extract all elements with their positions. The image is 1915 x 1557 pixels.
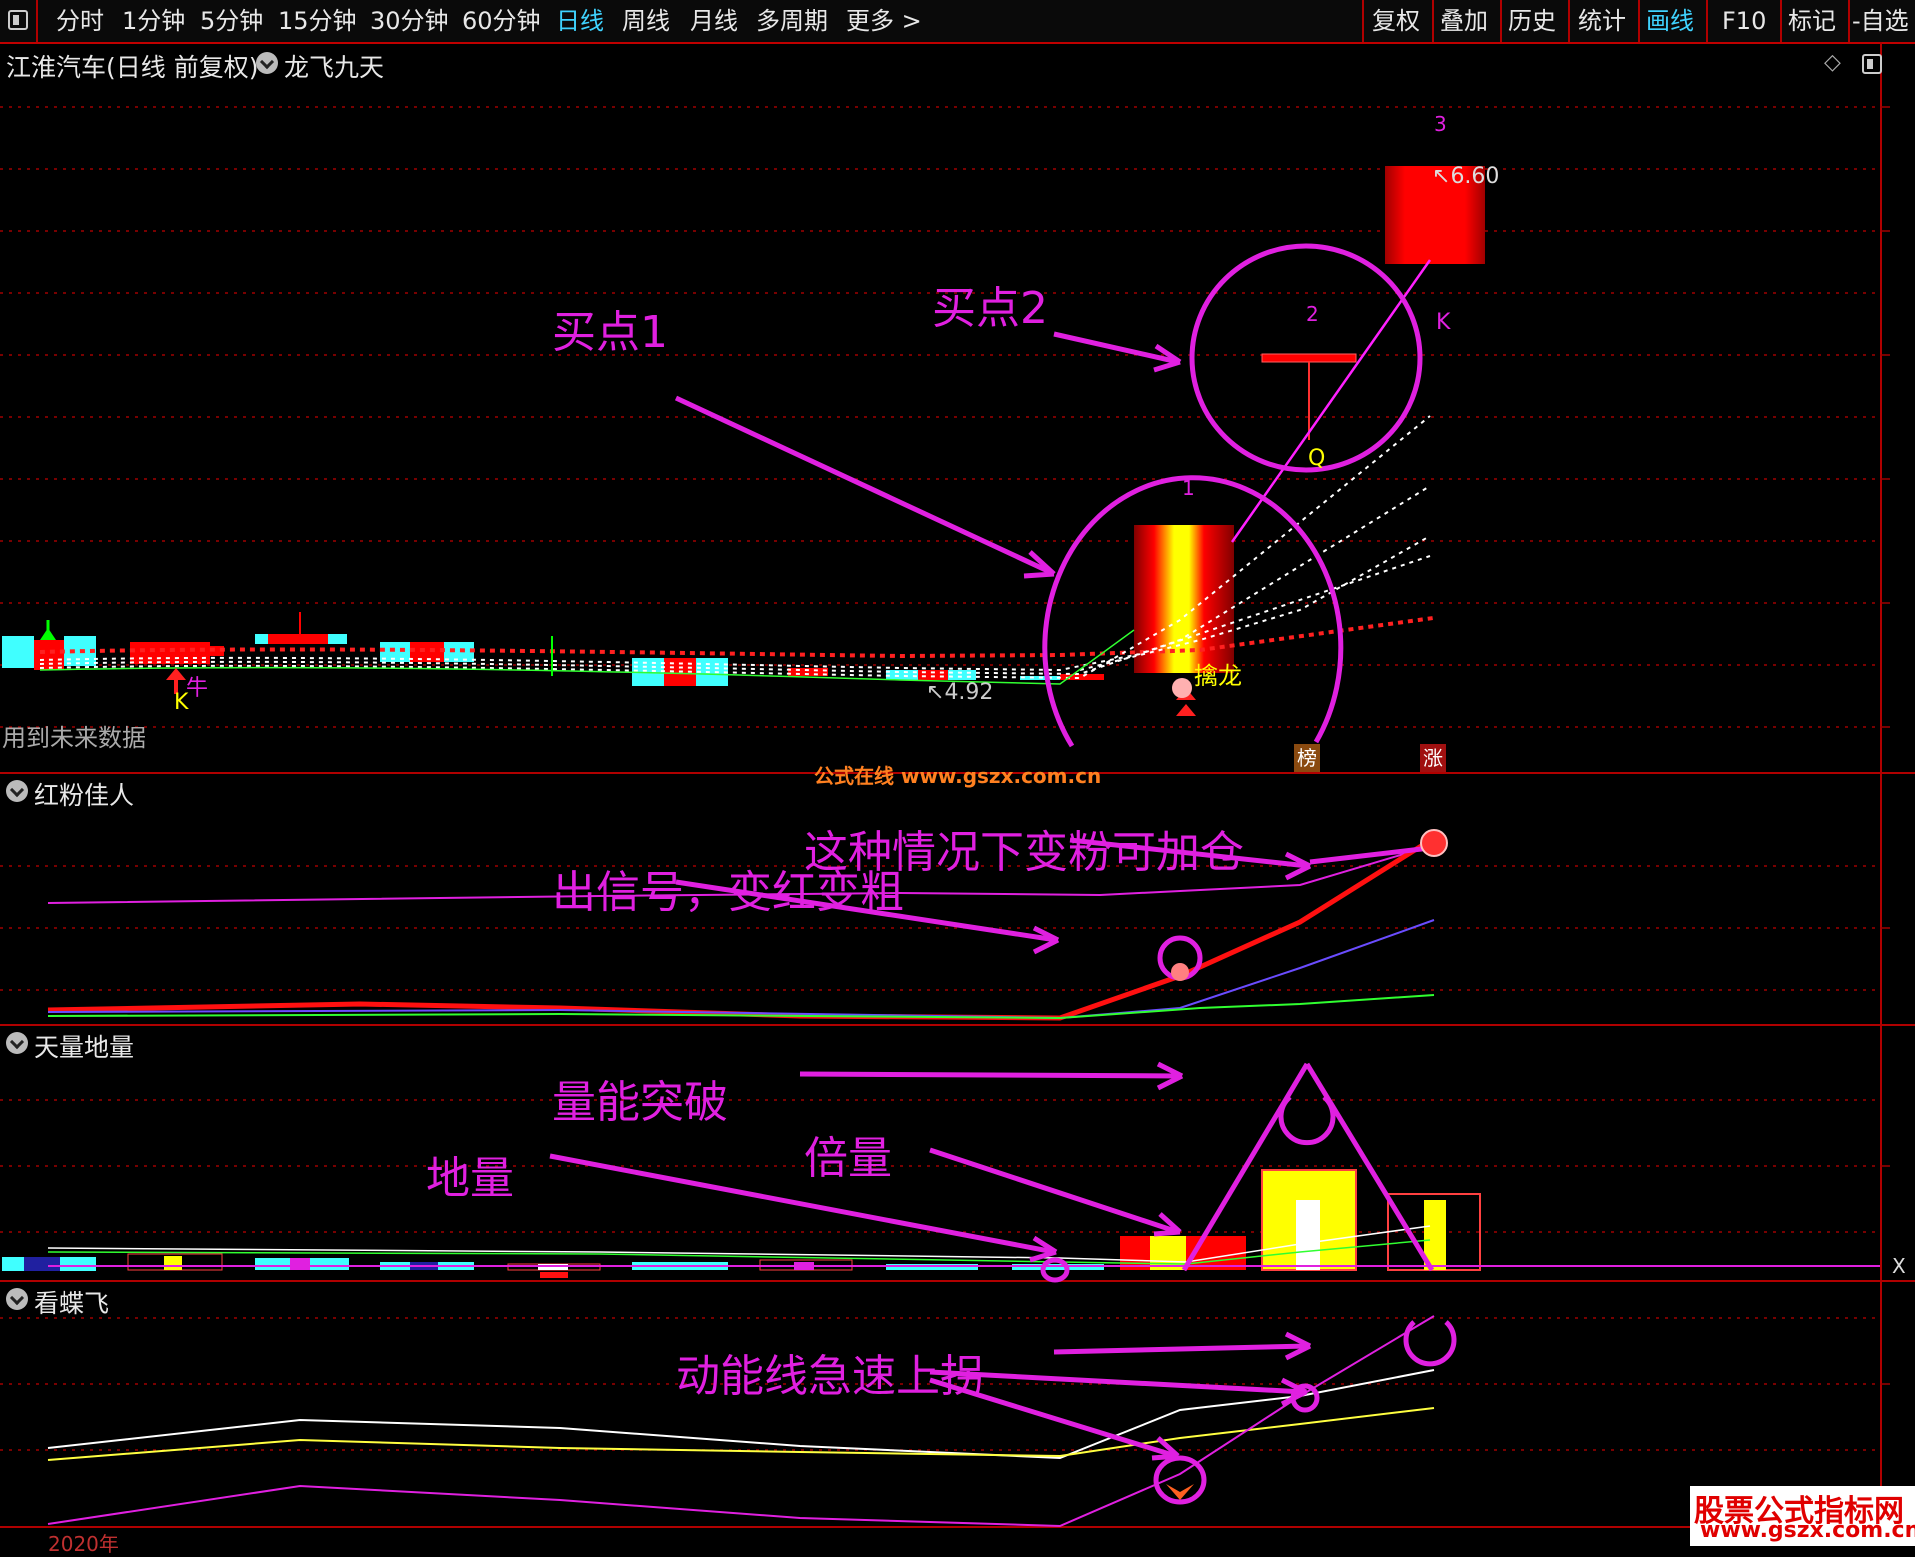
chevron-down-icon[interactable] xyxy=(6,1288,28,1310)
annotation-buy1: 买点1 xyxy=(552,307,668,358)
low-price-label: ↖4.92 xyxy=(926,680,994,705)
chevron-down-icon[interactable] xyxy=(256,52,278,74)
candle xyxy=(268,634,328,644)
annotation-momentum: 动能线急速上拐 xyxy=(676,1351,984,1402)
watermark-url: www.gszx.com.cn xyxy=(1700,1518,1915,1543)
volume-bars xyxy=(2,1169,1481,1278)
marker-label: 3 xyxy=(1434,112,1447,136)
axis-mark: X xyxy=(1892,1254,1906,1278)
candle-doji xyxy=(1261,353,1357,363)
signal-qinlong: 擒龙 xyxy=(1194,662,1242,690)
stock-title: 江淮汽车(日线 前复权) xyxy=(6,53,259,82)
candle xyxy=(130,642,210,664)
axis-ticks xyxy=(1880,106,1890,1385)
chevron-down-icon[interactable] xyxy=(6,1032,28,1054)
up-arrow-icon xyxy=(1176,704,1196,716)
panel2-title[interactable]: 天量地量 xyxy=(34,1028,134,1064)
chevron-down-icon[interactable] xyxy=(6,780,28,802)
up-arrow-icon xyxy=(166,668,186,680)
annotation-volume-breakout: 量能突破 xyxy=(552,1077,728,1128)
signal-q: Q xyxy=(1308,446,1326,471)
annotation-double-volume: 倍量 xyxy=(804,1133,892,1184)
indicator-name[interactable]: 龙飞九天 xyxy=(284,48,384,84)
gem-icon xyxy=(1171,963,1189,981)
panel-toggle-icon[interactable] xyxy=(1862,54,1882,74)
panel3-shapes xyxy=(929,1320,1457,1505)
signal-niu: 牛 xyxy=(186,676,209,701)
ball-icon xyxy=(1420,829,1448,857)
panel3-title[interactable]: 看蝶飞 xyxy=(34,1284,109,1320)
signal-k: K xyxy=(1436,310,1451,335)
future-data-note: 用到未来数据 xyxy=(2,724,146,752)
annotation-signal: 出信号，变红变粗 xyxy=(552,867,904,918)
marker-label: 2 xyxy=(1306,302,1319,326)
high-price-label: ↖6.60 xyxy=(1432,164,1500,189)
marker-label: 1 xyxy=(1182,476,1195,500)
candles xyxy=(2,166,1485,686)
panel1-title[interactable]: 红粉佳人 xyxy=(34,776,134,812)
candle xyxy=(2,636,34,668)
diamond-icon[interactable]: ◇ xyxy=(1824,50,1841,75)
year-label: 2020年 xyxy=(48,1532,119,1556)
annotation-buy2: 买点2 xyxy=(932,283,1048,334)
center-watermark: 公式在线 www.gszx.com.cn xyxy=(814,764,1102,788)
annotation-low-volume: 地量 xyxy=(426,1153,514,1204)
rank-badge[interactable]: 榜 xyxy=(1294,744,1320,772)
candle xyxy=(34,640,64,670)
site-watermark: 股票公式指标网 www.gszx.com.cn xyxy=(1690,1486,1915,1546)
rise-badge[interactable]: 涨 xyxy=(1420,744,1446,772)
gem-icon xyxy=(1172,678,1192,698)
